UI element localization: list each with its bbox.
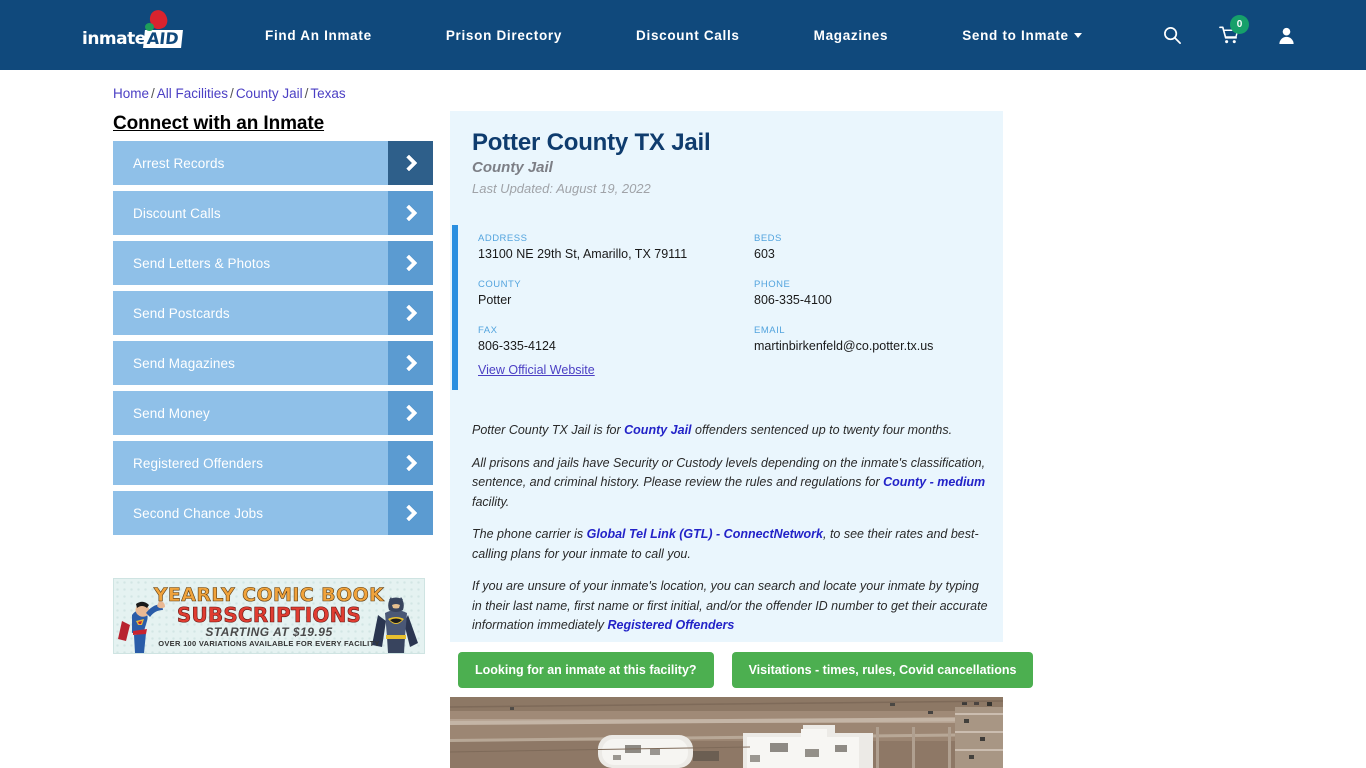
desc-p1-after: offenders sentenced up to twenty four mo… <box>691 423 953 437</box>
last-updated-text: Last Updated: August 19, 2022 <box>472 181 651 196</box>
breadcrumb: Home / All Facilities / County Jail / Texas <box>113 86 346 101</box>
chevron-right-icon <box>388 341 433 385</box>
breadcrumb-separator: / <box>230 86 234 101</box>
nav-send-to-inmate[interactable]: Send to Inmate <box>962 28 1082 43</box>
nav-discount-calls[interactable]: Discount Calls <box>636 28 740 43</box>
chevron-right-icon <box>388 291 433 335</box>
chevron-right-icon <box>388 141 433 185</box>
breadcrumb-item-home[interactable]: Home <box>113 86 149 101</box>
chevron-right-icon <box>388 491 433 535</box>
sidebar-item-send-postcards[interactable]: Send Postcards <box>113 291 433 335</box>
ad-headline-2: SUBSCRIPTIONS <box>176 603 362 628</box>
ad-price-text: STARTING AT $19.95 <box>205 625 333 639</box>
accent-bar <box>452 225 458 390</box>
comic-book-subscription-ad[interactable]: YEARLY COMIC BOOK SUBSCRIPTIONS STARTING… <box>113 578 425 654</box>
inmate-search-button[interactable]: Looking for an inmate at this facility? <box>458 652 714 688</box>
facility-info-panel: Potter County TX Jail County Jail Last U… <box>450 111 1003 642</box>
facility-details-grid: ADDRESS 13100 NE 29th St, Amarillo, TX 7… <box>478 233 978 353</box>
chevron-right-icon <box>388 241 433 285</box>
nav-icon-group: 0 <box>1163 15 1296 50</box>
cart-icon[interactable]: 0 <box>1219 15 1249 50</box>
cart-count-badge: 0 <box>1230 15 1249 34</box>
sidebar-item-send-magazines[interactable]: Send Magazines <box>113 341 433 385</box>
field-phone: PHONE 806-335-4100 <box>754 279 978 307</box>
sidebar-item-label: Registered Offenders <box>133 455 264 471</box>
sidebar-item-registered-offenders[interactable]: Registered Offenders <box>113 441 433 485</box>
breadcrumb-separator: / <box>304 86 309 101</box>
field-value: 806-335-4100 <box>754 293 832 307</box>
view-official-website-link[interactable]: View Official Website <box>478 363 595 377</box>
sidebar-item-label: Discount Calls <box>133 205 221 221</box>
search-icon[interactable] <box>1163 26 1182 50</box>
visitations-button[interactable]: Visitations - times, rules, Covid cancel… <box>731 652 1034 688</box>
page-title: Potter County TX Jail <box>472 129 711 156</box>
description-paragraph-1: Potter County TX Jail is for County Jail… <box>472 421 992 441</box>
sidebar-menu: Arrest Records Discount Calls Send Lette… <box>113 141 433 541</box>
field-value: 806-335-4124 <box>478 339 556 353</box>
field-value: 13100 NE 29th St, Amarillo, TX 79111 <box>478 247 688 261</box>
field-beds: BEDS 603 <box>754 233 978 261</box>
field-value: Potter <box>478 293 512 307</box>
facility-aerial-photo <box>450 697 1003 768</box>
sidebar-item-label: Arrest Records <box>133 155 225 171</box>
nav-send-to-inmate-label: Send to Inmate <box>962 28 1069 43</box>
description-paragraph-3: The phone carrier is Global Tel Link (GT… <box>472 525 992 564</box>
breadcrumb-item-county-jail[interactable]: County Jail <box>236 86 303 101</box>
top-navigation-bar: inmate AID Find An Inmate Prison Directo… <box>0 0 1366 70</box>
logo-text-aid: AID <box>142 29 183 48</box>
desc-p2-after: facility. <box>472 494 510 509</box>
desc-p1-before: Potter County TX Jail is for <box>472 423 625 437</box>
field-county: COUNTY Potter <box>478 279 754 307</box>
primary-nav: Find An Inmate Prison Directory Discount… <box>265 28 1082 43</box>
sidebar-item-send-letters-photos[interactable]: Send Letters & Photos <box>113 241 433 285</box>
link-county-medium[interactable]: County - medium <box>883 475 985 489</box>
field-value: martinbirkenfeld@co.potter.tx.us <box>754 339 934 353</box>
logo-accent-green-icon <box>145 23 154 31</box>
sidebar-item-second-chance-jobs[interactable]: Second Chance Jobs <box>113 491 433 535</box>
sidebar-item-label: Send Magazines <box>133 355 235 371</box>
field-address: ADDRESS 13100 NE 29th St, Amarillo, TX 7… <box>478 233 754 261</box>
link-county-jail[interactable]: County Jail <box>624 423 691 437</box>
sidebar-item-label: Send Letters & Photos <box>133 255 271 271</box>
action-button-row: Looking for an inmate at this facility? … <box>458 652 1034 688</box>
description-paragraph-2: All prisons and jails have Security or C… <box>472 454 992 513</box>
ad-subtext: OVER 100 VARIATIONS AVAILABLE FOR EVERY … <box>158 639 380 648</box>
site-logo[interactable]: inmate AID <box>82 7 186 49</box>
nav-prison-directory[interactable]: Prison Directory <box>446 28 562 43</box>
chevron-down-icon <box>1073 33 1082 38</box>
field-label: ADDRESS <box>478 233 528 244</box>
field-value: 603 <box>754 247 775 261</box>
field-label: PHONE <box>754 279 791 290</box>
breadcrumb-item-all-facilities[interactable]: All Facilities <box>157 86 228 101</box>
nav-find-an-inmate[interactable]: Find An Inmate <box>265 28 372 43</box>
field-email: EMAIL martinbirkenfeld@co.potter.tx.us <box>754 325 978 353</box>
breadcrumb-separator: / <box>151 86 155 101</box>
sidebar-item-discount-calls[interactable]: Discount Calls <box>113 191 433 235</box>
chevron-right-icon <box>388 441 433 485</box>
sidebar-item-send-money[interactable]: Send Money <box>113 391 433 435</box>
field-label: BEDS <box>754 233 782 244</box>
description-paragraph-4: If you are unsure of your inmate's locat… <box>472 577 992 636</box>
field-fax: FAX 806-335-4124 <box>478 325 754 353</box>
breadcrumb-item-texas[interactable]: Texas <box>310 86 345 101</box>
sidebar-item-label: Send Postcards <box>133 305 230 321</box>
facility-description: Potter County TX Jail is for County Jail… <box>472 421 992 649</box>
field-label: EMAIL <box>754 325 786 336</box>
sidebar-item-arrest-records[interactable]: Arrest Records <box>113 141 433 185</box>
user-icon[interactable] <box>1277 26 1296 50</box>
sidebar-heading: Connect with an Inmate <box>113 113 325 134</box>
facility-type-subtitle: County Jail <box>472 159 553 176</box>
logo-text-inmate: inmate <box>82 29 146 49</box>
chevron-right-icon <box>388 391 433 435</box>
desc-p3-before: The phone carrier is <box>472 527 587 541</box>
sidebar-item-label: Second Chance Jobs <box>133 505 264 521</box>
link-registered-offenders[interactable]: Registered Offenders <box>607 618 734 632</box>
chevron-right-icon <box>388 191 433 235</box>
sidebar-item-label: Send Money <box>133 405 210 421</box>
field-label: FAX <box>478 325 498 336</box>
field-label: COUNTY <box>478 279 522 290</box>
link-gtl-connectnetwork[interactable]: Global Tel Link (GTL) - ConnectNetwork <box>587 527 823 541</box>
nav-magazines[interactable]: Magazines <box>814 28 889 43</box>
